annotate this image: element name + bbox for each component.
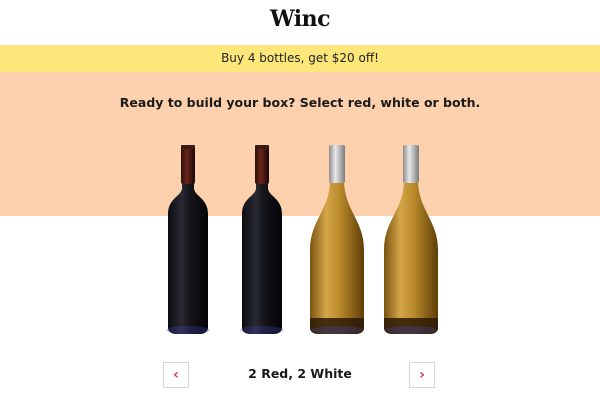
next-mix-button[interactable]: › bbox=[409, 362, 435, 388]
page-headline: Ready to build your box? Select red, whi… bbox=[119, 95, 481, 110]
chevron-right-icon: › bbox=[419, 367, 425, 383]
red-wine-bottle bbox=[240, 145, 284, 334]
red-wine-bottle bbox=[166, 145, 210, 334]
promo-text: Buy 4 bottles, get $20 off! bbox=[221, 51, 379, 65]
bottle-lineup bbox=[0, 140, 600, 340]
chevron-left-icon: ‹ bbox=[173, 367, 179, 383]
white-wine-bottle bbox=[384, 145, 438, 334]
site-header: Winc bbox=[0, 0, 600, 45]
brand-logo[interactable]: Winc bbox=[0, 6, 600, 32]
white-wine-bottle bbox=[310, 145, 364, 334]
promo-banner: Buy 4 bottles, get $20 off! bbox=[0, 45, 600, 72]
mix-selection-label: 2 Red, 2 White bbox=[248, 366, 352, 381]
previous-mix-button[interactable]: ‹ bbox=[163, 362, 189, 388]
bottle-mix-selector: ‹ 2 Red, 2 White › bbox=[0, 362, 600, 392]
